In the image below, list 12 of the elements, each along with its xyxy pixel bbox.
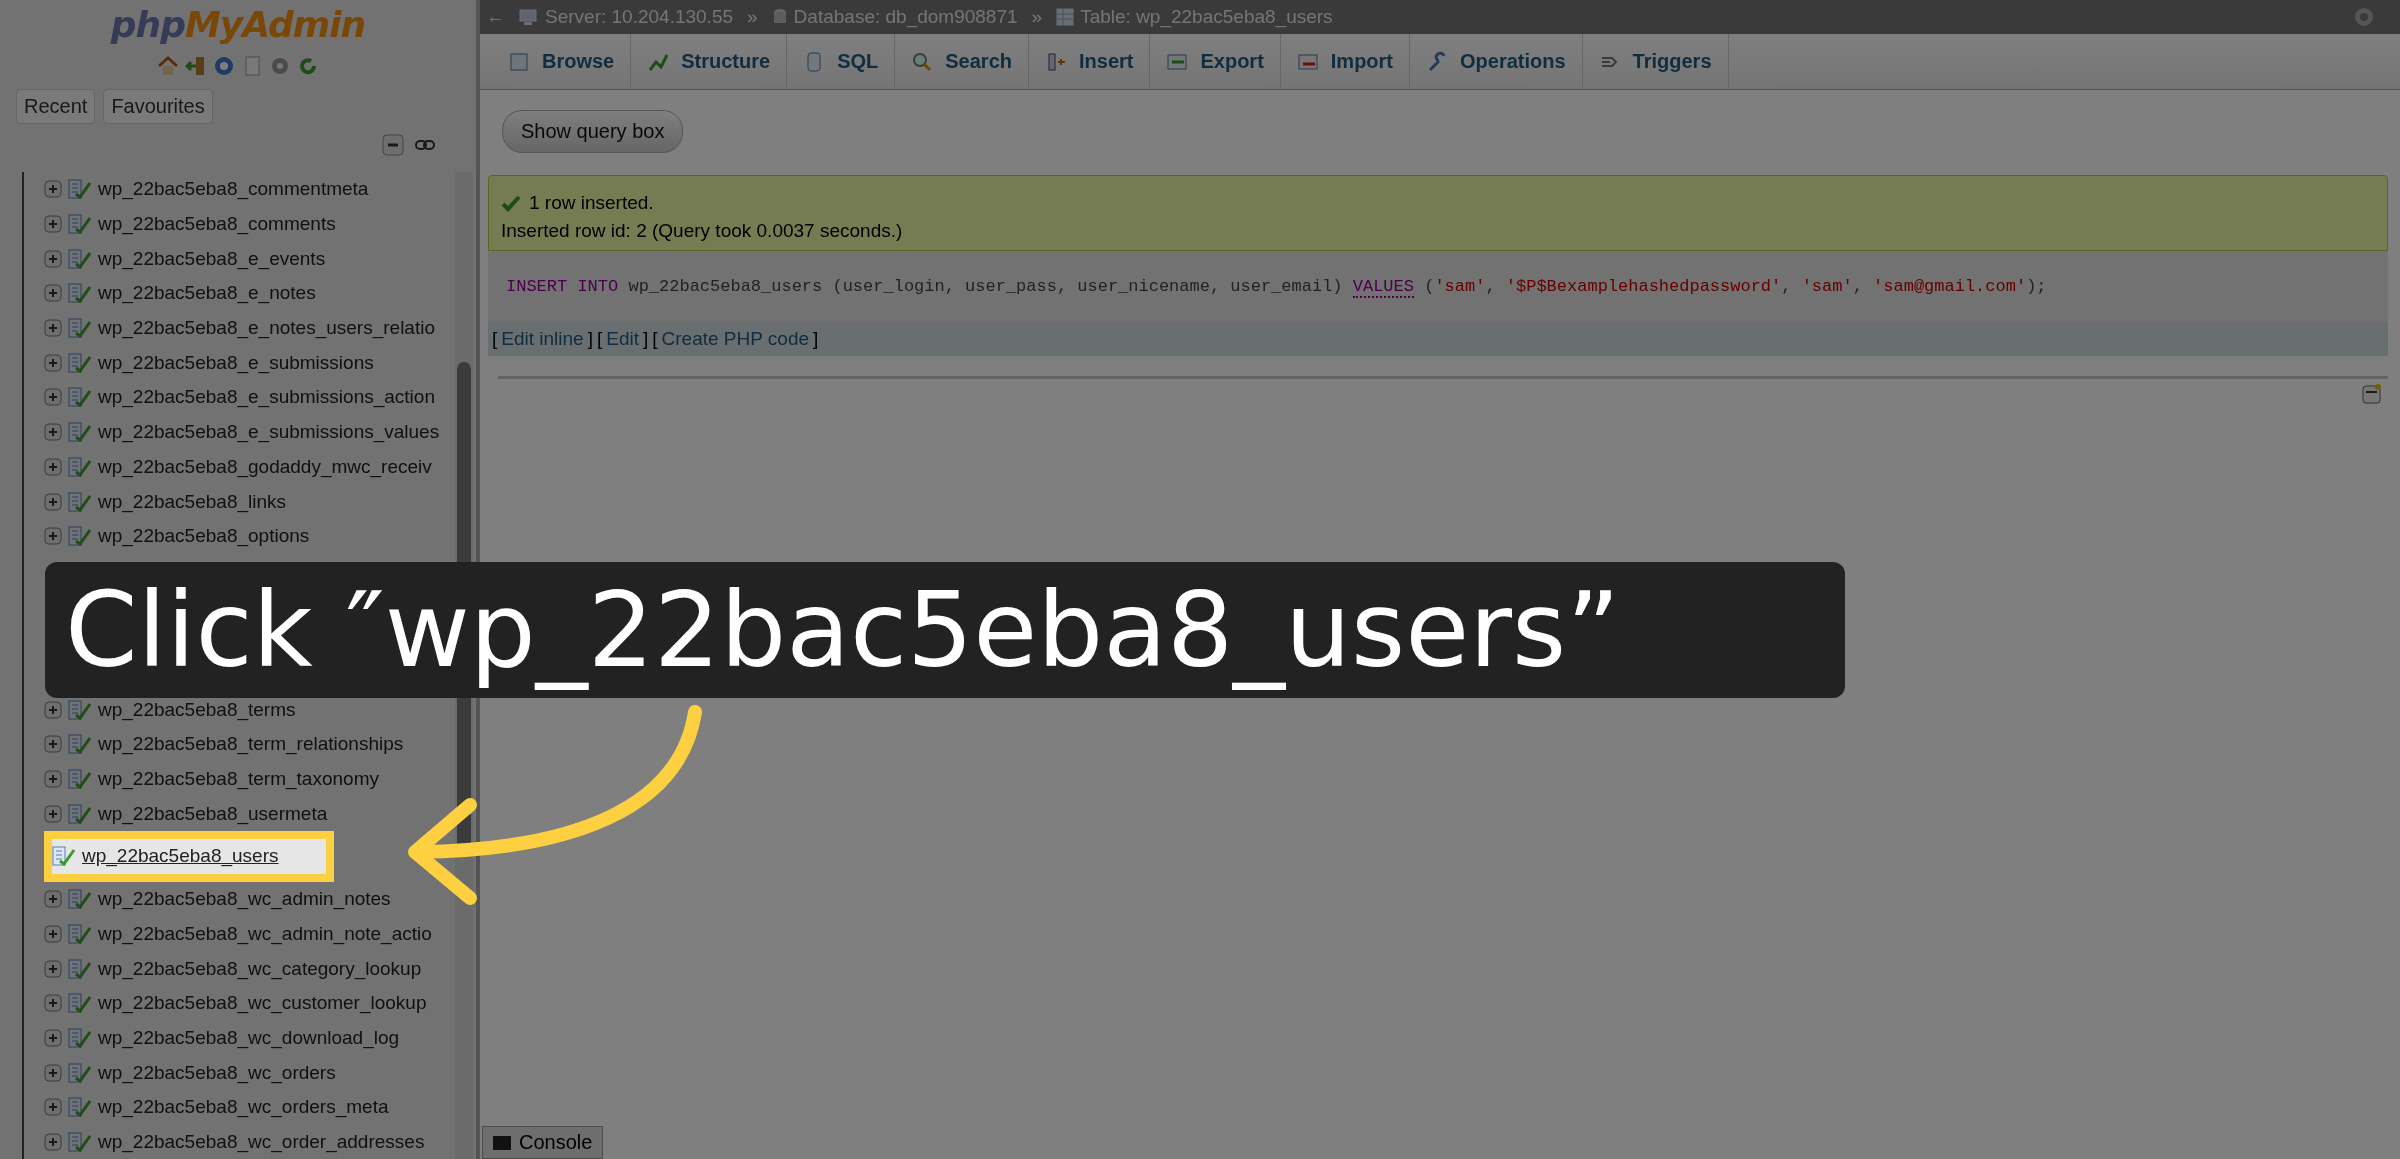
separator: » bbox=[1031, 6, 1043, 28]
instruction-text: Click ″wp_22bac5eba8_users” bbox=[65, 569, 1621, 691]
bracket: ] bbox=[813, 328, 819, 350]
bracket: ] bbox=[587, 328, 593, 350]
message-title: 1 row inserted. bbox=[529, 192, 654, 214]
separator: » bbox=[747, 6, 758, 28]
sql-query: INSERT INTO wp_22bac5eba8_users (user_login, user_pass, user_nicename, user_email) VALUES ('sam', '$P$Bexamplehashedpassword', 'sam', 'sam@gmail.com'); bbox=[488, 251, 2388, 322]
bracket: ] bbox=[643, 328, 649, 350]
bracket: [ bbox=[492, 328, 498, 350]
bracket: [ bbox=[596, 328, 603, 350]
bracket: [ bbox=[652, 328, 658, 350]
message-detail: Inserted row id: 2 (Query took 0.0037 seconds.) bbox=[501, 220, 904, 242]
